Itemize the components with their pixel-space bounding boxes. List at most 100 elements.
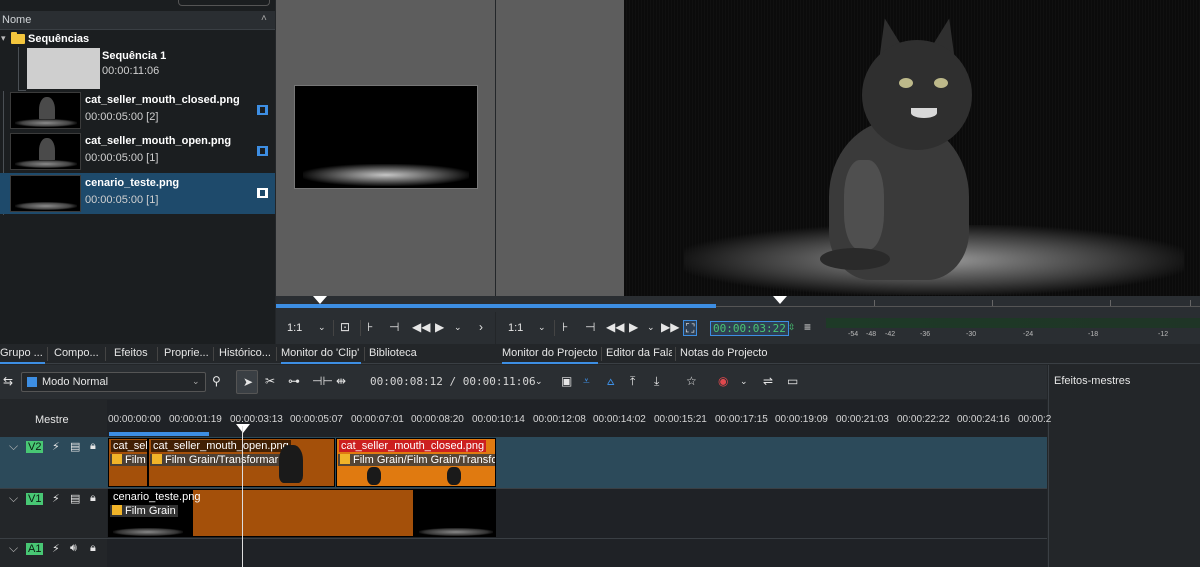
tab-historico[interactable]: Histórico... xyxy=(219,344,273,364)
play-icon[interactable]: ▶ xyxy=(435,320,444,334)
clip-zoom-select[interactable]: 1:1 xyxy=(287,322,302,334)
collapse-track-icon[interactable]: ⌵ xyxy=(9,439,18,454)
menu-icon[interactable]: ≡ xyxy=(804,320,811,334)
bin-clip-item[interactable]: cat_seller_mouth_open.png 00:00:05:00 [1… xyxy=(0,131,275,172)
meter-label: -36 xyxy=(920,331,931,338)
timeline-clip[interactable]: cat_seller Film xyxy=(108,438,148,487)
lock-icon[interactable]: 🔒︎ xyxy=(90,440,96,453)
sort-caret-icon[interactable]: ˄ xyxy=(261,13,267,24)
razor-icon[interactable]: ✂ xyxy=(265,374,275,388)
overwrite-icon[interactable]: ⩟ xyxy=(607,374,614,389)
play-icon[interactable]: ▶ xyxy=(629,320,638,334)
track-header-v1[interactable]: ⌵ V1 ⚡ ▤ 🔒︎ xyxy=(0,488,107,538)
clip-thumbnail xyxy=(10,133,81,170)
folder-row[interactable]: ▾ Sequências xyxy=(0,31,275,47)
meter-label: -48 xyxy=(866,331,877,338)
bin-column-header[interactable]: Nome ˄ xyxy=(0,11,275,30)
meter-label: -42 xyxy=(885,331,896,338)
track-header-v2[interactable]: ⌵ V2 ⚡ ▤ 🔒︎ xyxy=(0,437,107,488)
subtitle-icon[interactable]: ▭ xyxy=(787,374,798,388)
snap-icon[interactable]: ▣ xyxy=(561,374,572,388)
chevron-down-icon[interactable]: ⌄ xyxy=(538,320,546,334)
folder-icon xyxy=(11,32,25,44)
insert-icon[interactable]: ⩡ xyxy=(583,374,590,389)
spacer-icon[interactable]: ⊶ xyxy=(288,374,300,388)
project-timecode[interactable]: 00:00:03:22 xyxy=(710,321,789,336)
collapse-track-icon[interactable]: ⌵ xyxy=(9,541,18,556)
edit-mode-select[interactable]: Modo Normal ⌄ xyxy=(21,372,206,392)
timeline-position[interactable]: 00:00:08:12 / 00:00:11:06 xyxy=(370,375,536,388)
clip-playhead-marker[interactable] xyxy=(313,296,327,304)
track-lane-a1[interactable] xyxy=(107,538,1047,567)
chevron-down-icon[interactable]: ⌄ xyxy=(535,376,543,387)
timeline-playhead-handle[interactable] xyxy=(236,424,250,433)
collapse-arrow-icon[interactable]: ▾ xyxy=(1,33,6,44)
effect-icon xyxy=(152,454,162,464)
rewind-icon[interactable]: ◀◀ xyxy=(606,320,624,334)
tab-grupo[interactable]: Grupo ... xyxy=(0,344,45,364)
speaker-icon[interactable]: 🔊︎ xyxy=(70,542,77,555)
ripple-icon[interactable]: ⊣⊢ xyxy=(312,374,333,388)
sequence-item[interactable]: Sequência 1 00:00:11:06 xyxy=(0,47,275,90)
project-zoom-select[interactable]: 1:1 xyxy=(508,322,523,334)
collapse-track-icon[interactable]: ⌵ xyxy=(9,491,18,506)
project-playhead-marker[interactable] xyxy=(773,296,787,304)
extract-icon[interactable]: ⤓ xyxy=(654,374,659,389)
chevron-down-icon[interactable]: ⌄ xyxy=(454,320,462,334)
tab-monitor-clip[interactable]: Monitor do 'Clip' xyxy=(281,344,361,364)
fast-forward-icon[interactable]: ▶▶ xyxy=(661,320,679,334)
fit-frame-icon[interactable]: ⊡ xyxy=(340,320,350,334)
tab-propriedades[interactable]: Proprie... xyxy=(164,344,210,364)
timeline-clip-selected[interactable]: cat_seller_mouth_closed.png Film Grain/F… xyxy=(336,438,496,487)
spin-arrows-icon[interactable]: ⇳ xyxy=(788,320,796,334)
star-icon[interactable]: ☆ xyxy=(686,374,697,388)
bin-search-box[interactable] xyxy=(178,0,270,6)
track-header-a1[interactable]: ⌵ A1 ⚡ 🔊︎ 🔒︎ xyxy=(0,538,107,567)
chevron-right-icon[interactable]: › xyxy=(479,320,483,334)
bin-clip-item[interactable]: cat_seller_mouth_closed.png 00:00:05:00 … xyxy=(0,90,275,131)
monitor-ruler[interactable] xyxy=(276,296,1200,312)
timeline-clip[interactable]: cenario_teste.png Film Grain xyxy=(108,489,496,537)
chevron-down-icon[interactable]: ⌄ xyxy=(318,320,326,334)
timeline-zone-bar[interactable] xyxy=(109,432,209,436)
magic-wand-icon[interactable]: ⚲ xyxy=(212,374,221,388)
effects-wand-icon[interactable]: ⚡ xyxy=(52,492,60,505)
set-in-point-icon[interactable]: ⊦ xyxy=(562,320,568,334)
tab-efeitos[interactable]: Efeitos xyxy=(114,344,150,364)
clip-thumbnail-floor xyxy=(113,528,183,536)
clip-name: cat_seller_mouth_open.png xyxy=(85,135,232,147)
ruler-label: 00:00:10:14 xyxy=(472,414,525,425)
set-in-point-icon[interactable]: ⊦ xyxy=(367,320,373,334)
bin-clip-item-selected[interactable]: cenario_teste.png 00:00:05:00 [1] xyxy=(0,173,275,214)
clip-name: cat_seller_mouth_closed.png xyxy=(85,94,240,106)
tab-monitor-projecto[interactable]: Monitor do Projecto xyxy=(502,344,598,364)
record-icon[interactable]: ◉ xyxy=(718,374,728,388)
master-effects-label: Efeitos-mestres xyxy=(1054,375,1131,387)
lift-icon[interactable]: ⤒ xyxy=(630,374,635,389)
film-icon[interactable]: ▤ xyxy=(70,492,80,505)
rewind-icon[interactable]: ◀◀ xyxy=(412,320,430,334)
track-settings-icon[interactable]: ⇆ xyxy=(3,374,13,388)
project-monitor-toolbar: 1:1 ⌄ ⊦ ⊣ ◀◀ ▶ ⌄ ▶▶ ⛶ 00:00:03:22 ⇳ ≡ -5… xyxy=(496,312,1200,344)
effects-wand-icon[interactable]: ⚡ xyxy=(52,542,60,555)
tab-composicao[interactable]: Compo... xyxy=(54,344,102,364)
film-icon[interactable]: ▤ xyxy=(70,440,80,453)
chevron-down-icon[interactable]: ⌄ xyxy=(740,376,748,387)
mixer-icon[interactable]: ⇌ xyxy=(763,374,773,388)
tab-editor-fala[interactable]: Editor da Fala xyxy=(606,344,672,364)
tab-notas-projecto[interactable]: Notas do Projecto xyxy=(680,344,770,364)
lock-icon[interactable]: 🔒︎ xyxy=(90,492,96,505)
selection-tool-button[interactable]: ➤ xyxy=(236,370,258,394)
clip-effect-label: Film Grain xyxy=(110,505,178,517)
effects-wand-icon[interactable]: ⚡ xyxy=(52,440,60,453)
fullscreen-icon[interactable]: ⛶ xyxy=(683,320,698,336)
clip-label: cat_seller xyxy=(111,440,147,452)
project-monitor-view[interactable] xyxy=(624,0,1200,296)
lock-icon[interactable]: 🔒︎ xyxy=(90,542,96,555)
set-out-point-icon[interactable]: ⊣ xyxy=(389,320,399,334)
timeline-playhead[interactable] xyxy=(242,426,243,567)
chevron-down-icon[interactable]: ⌄ xyxy=(647,320,655,334)
set-out-point-icon[interactable]: ⊣ xyxy=(585,320,595,334)
tab-biblioteca[interactable]: Biblioteca xyxy=(369,344,419,364)
slip-icon[interactable]: ⇹ xyxy=(336,374,346,388)
